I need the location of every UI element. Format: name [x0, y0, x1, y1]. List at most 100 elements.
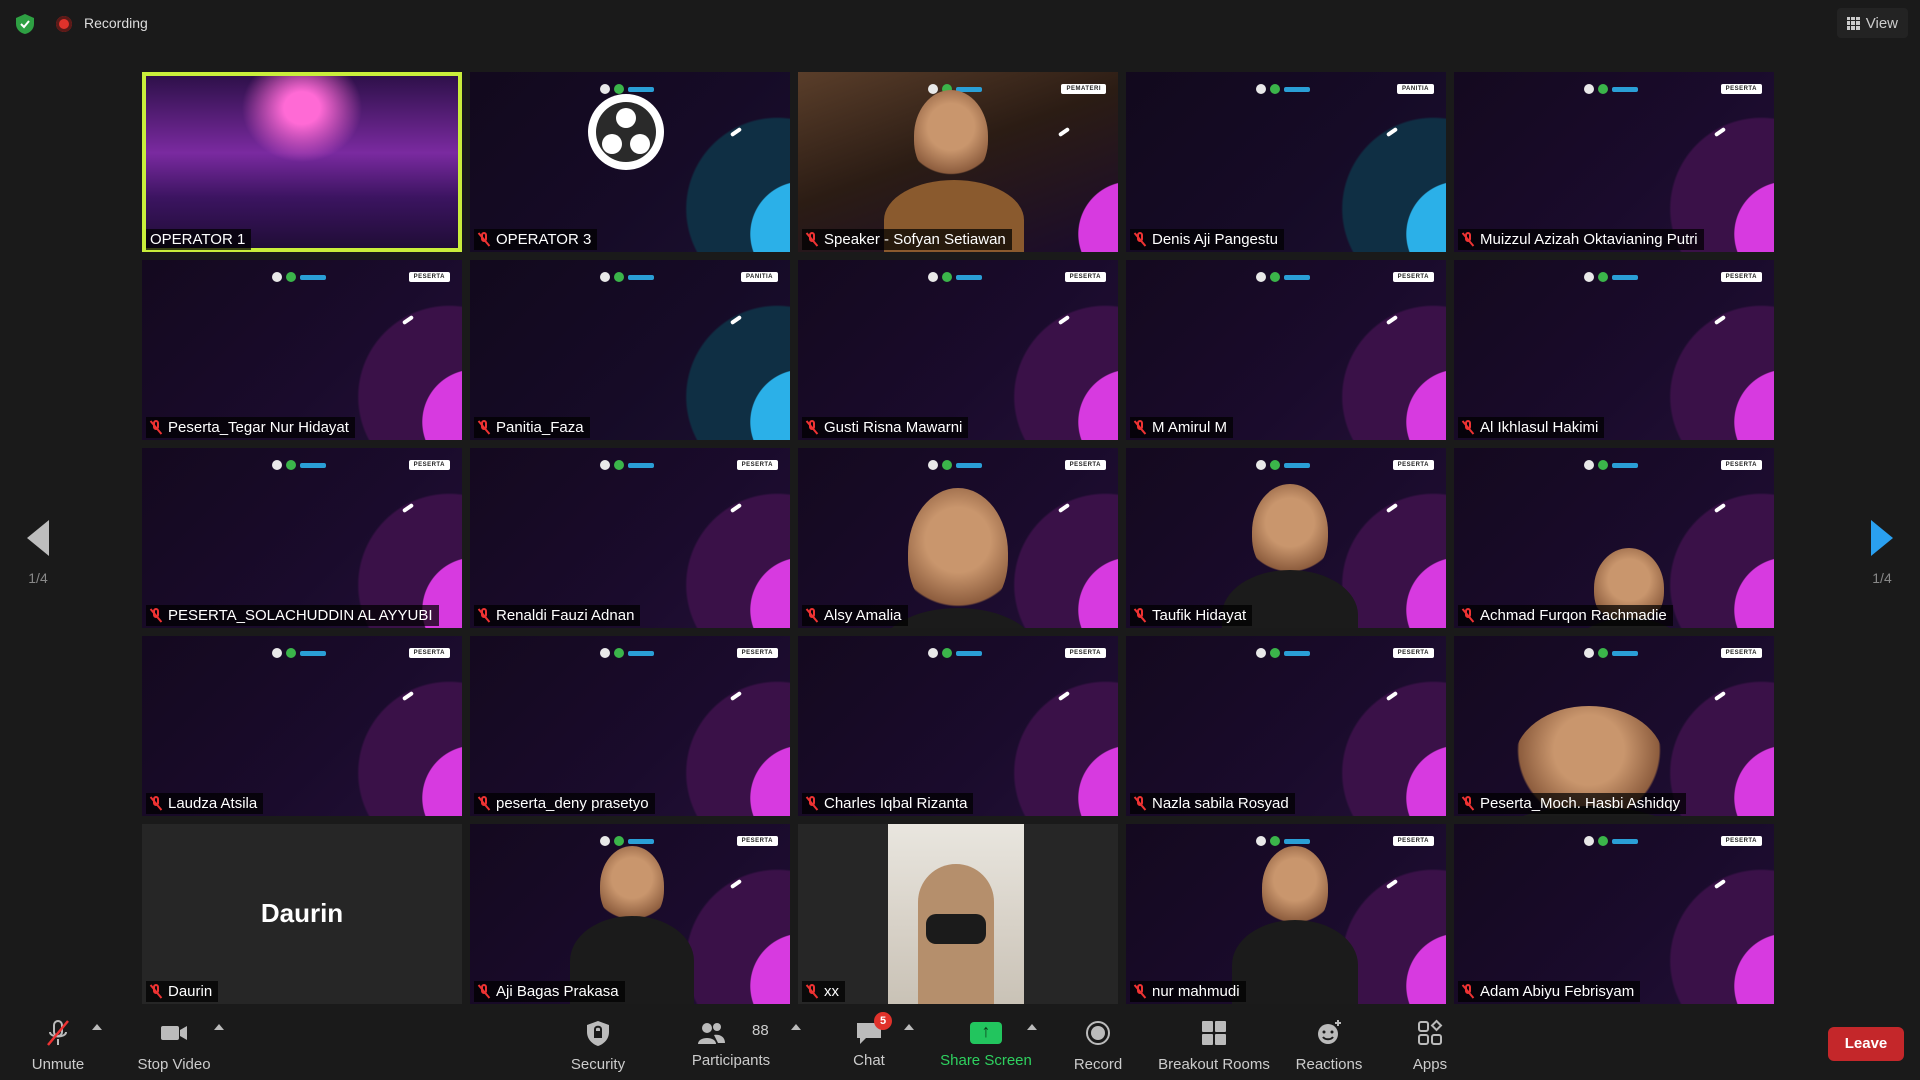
- mic-muted-icon: [1134, 608, 1146, 623]
- participant-name: Taufik Hidayat: [1152, 607, 1247, 624]
- participant-video: [914, 90, 988, 182]
- rocket-icon: [729, 126, 743, 138]
- participant-tile[interactable]: PESERTA Charles Iqbal Rizanta: [798, 636, 1118, 816]
- rocket-icon: [1385, 126, 1399, 138]
- meeting-toolbar: Unmute Stop Video Security 88 Participan: [0, 1012, 1920, 1080]
- rocket-icon: [1057, 314, 1071, 326]
- participant-tile[interactable]: PESERTA Muizzul Azizah Oktavianing Putri: [1454, 72, 1774, 252]
- role-badge: PESERTA: [408, 648, 450, 658]
- participant-tile[interactable]: PESERTA Al Ikhlasul Hakimi: [1454, 260, 1774, 440]
- rocket-icon: [1385, 314, 1399, 326]
- participant-nametag: Aji Bagas Prakasa: [474, 981, 625, 1002]
- record-button[interactable]: Record: [1068, 1018, 1128, 1076]
- role-badge: PESERTA: [1064, 460, 1106, 470]
- audio-options-caret[interactable]: [92, 1024, 102, 1030]
- mic-muted-icon: [806, 796, 818, 811]
- role-badge: PESERTA: [408, 460, 450, 470]
- event-logo: [600, 836, 654, 846]
- role-badge: PESERTA: [1392, 836, 1434, 846]
- shield-icon[interactable]: [14, 13, 36, 35]
- participant-tile[interactable]: PESERTA peserta_deny prasetyo: [470, 636, 790, 816]
- mic-muted-icon: [1134, 420, 1146, 435]
- participant-name: Daurin: [168, 983, 213, 1000]
- participant-name: Peserta_Moch. Hasbi Ashidqy: [1480, 795, 1681, 812]
- breakout-rooms-button[interactable]: Breakout Rooms: [1156, 1018, 1272, 1076]
- participant-tile[interactable]: PESERTA Achmad Furqon Rachmadie: [1454, 448, 1774, 628]
- participant-tile[interactable]: PESERTA Laudza Atsila: [142, 636, 462, 816]
- role-badge: PANITIA: [1396, 84, 1434, 94]
- role-badge: PANITIA: [740, 272, 778, 282]
- participant-tile[interactable]: PANITIA Panitia_Faza: [470, 260, 790, 440]
- reactions-button[interactable]: Reactions: [1294, 1018, 1364, 1076]
- event-logo: [928, 272, 982, 282]
- participant-tile[interactable]: PANITIA Denis Aji Pangestu: [1126, 72, 1446, 252]
- mic-muted-icon: [150, 984, 162, 999]
- share-screen-button[interactable]: Share Screen: [938, 1018, 1034, 1076]
- participant-nametag: OPERATOR 1: [146, 229, 252, 250]
- security-shield-icon: [587, 1021, 609, 1046]
- participant-tile[interactable]: OPERATOR 1: [142, 72, 462, 252]
- participant-tile[interactable]: PESERTA Gusti Risna Mawarni: [798, 260, 1118, 440]
- participant-name: Adam Abiyu Febrisyam: [1480, 983, 1635, 1000]
- participant-tile[interactable]: PEMATERI Speaker - Sofyan Setiawan: [798, 72, 1118, 252]
- chat-button[interactable]: 5 Chat: [846, 1012, 892, 1076]
- rocket-icon: [1713, 878, 1727, 890]
- share-screen-label: Share Screen: [940, 1052, 1032, 1069]
- unmute-button[interactable]: Unmute: [26, 1018, 90, 1076]
- video-options-caret[interactable]: [214, 1024, 224, 1030]
- participant-nametag: Laudza Atsila: [146, 793, 264, 814]
- role-badge: PESERTA: [1720, 84, 1762, 94]
- apps-icon: [1418, 1019, 1443, 1045]
- participant-tile[interactable]: OPERATOR 3: [470, 72, 790, 252]
- participants-button[interactable]: 88 Participants: [686, 1018, 776, 1076]
- participant-tile[interactable]: PESERTA M Amirul M: [1126, 260, 1446, 440]
- breakout-rooms-icon: [1202, 1021, 1226, 1045]
- security-label: Security: [570, 1056, 626, 1073]
- event-logo: [600, 84, 654, 94]
- participant-tile[interactable]: PESERTA Peserta_Moch. Hasbi Ashidqy: [1454, 636, 1774, 816]
- participant-tile[interactable]: PESERTA Peserta_Tegar Nur Hidayat: [142, 260, 462, 440]
- role-badge: PEMATERI: [1061, 84, 1106, 94]
- participant-tile[interactable]: PESERTA PESERTA_SOLACHUDDIN AL AYYUBI: [142, 448, 462, 628]
- apps-button[interactable]: Apps: [1412, 1018, 1448, 1076]
- participant-tile[interactable]: PESERTA Aji Bagas Prakasa: [470, 824, 790, 1004]
- previous-page-button[interactable]: 1/4: [18, 520, 58, 586]
- event-logo: [600, 460, 654, 470]
- participant-nametag: Peserta_Moch. Hasbi Ashidqy: [1458, 793, 1687, 814]
- stop-video-button[interactable]: Stop Video: [134, 1018, 214, 1076]
- participant-nametag: PESERTA_SOLACHUDDIN AL AYYUBI: [146, 605, 439, 626]
- participant-tile[interactable]: Daurin Daurin: [142, 824, 462, 1004]
- participants-options-caret[interactable]: [791, 1024, 801, 1030]
- share-options-caret[interactable]: [1027, 1024, 1037, 1030]
- mic-muted-icon: [478, 984, 490, 999]
- rocket-icon: [1385, 690, 1399, 702]
- participant-tile[interactable]: PESERTA Nazla sabila Rosyad: [1126, 636, 1446, 816]
- grid-icon: [1846, 16, 1860, 30]
- participant-name: Gusti Risna Mawarni: [824, 419, 963, 436]
- participant-name: Peserta_Tegar Nur Hidayat: [168, 419, 349, 436]
- chat-options-caret[interactable]: [904, 1024, 914, 1030]
- participant-tile[interactable]: xx: [798, 824, 1118, 1004]
- mic-muted-icon: [1462, 232, 1474, 247]
- participant-tile[interactable]: PESERTA Renaldi Fauzi Adnan: [470, 448, 790, 628]
- view-button[interactable]: View: [1836, 8, 1908, 38]
- participant-tile[interactable]: PESERTA nur mahmudi: [1126, 824, 1446, 1004]
- next-page-button[interactable]: 1/4: [1862, 520, 1902, 586]
- mic-muted-icon: [478, 232, 490, 247]
- participant-nametag: xx: [802, 981, 845, 1002]
- recording-icon[interactable]: [56, 16, 72, 32]
- mic-muted-icon: [478, 608, 490, 623]
- mic-muted-icon: [1462, 608, 1474, 623]
- event-logo: [1584, 272, 1638, 282]
- rocket-icon: [401, 314, 415, 326]
- leave-button[interactable]: Leave: [1828, 1027, 1904, 1061]
- participant-name: OPERATOR 1: [150, 231, 246, 248]
- participant-tile[interactable]: PESERTA Alsy Amalia: [798, 448, 1118, 628]
- chat-label: Chat: [853, 1052, 885, 1069]
- view-label: View: [1865, 14, 1898, 32]
- event-logo: [1256, 84, 1310, 94]
- participant-tile[interactable]: PESERTA Taufik Hidayat: [1126, 448, 1446, 628]
- role-badge: PESERTA: [1392, 460, 1434, 470]
- participant-tile[interactable]: PESERTA Adam Abiyu Febrisyam: [1454, 824, 1774, 1004]
- security-button[interactable]: Security: [566, 1018, 630, 1076]
